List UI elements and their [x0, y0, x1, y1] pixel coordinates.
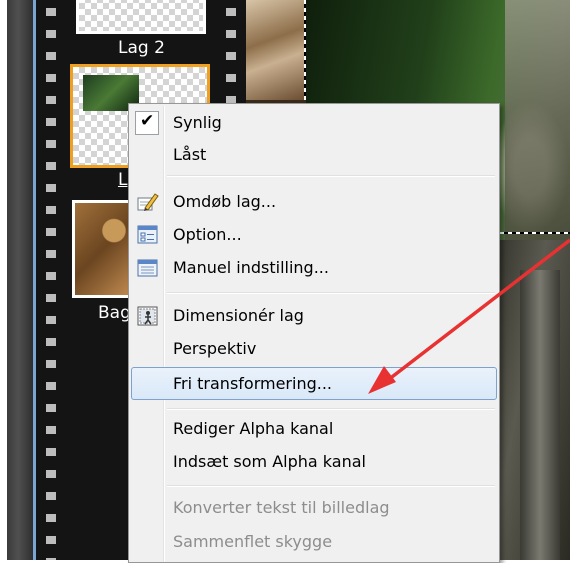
menu-item-resize-layer[interactable]: Dimensionér lag: [131, 301, 497, 331]
menu-item-merge-shadow: Sammenflet skygge: [173, 532, 333, 551]
menu-item-option[interactable]: Option...: [131, 220, 497, 250]
layer-label-background: Bag: [98, 303, 131, 323]
menu-item-perspective[interactable]: Perspektiv: [131, 334, 497, 364]
canvas-photo-leaves: [246, 0, 306, 100]
layer-context-menu: ✔ Synlig Låst Omdøb lag... Option... Man…: [128, 103, 500, 563]
resize-layer-icon: [137, 306, 158, 326]
layer-label-lag2: Lag 2: [118, 38, 165, 58]
canvas-tree-trunk: [520, 270, 560, 560]
manual-setting-icon: [137, 259, 158, 277]
canvas-forest-path: [505, 0, 570, 240]
window-edge: [7, 0, 35, 560]
menu-item-rename-layer[interactable]: Omdøb lag...: [131, 187, 497, 217]
menu-item-free-transform[interactable]: Fri transformering...: [131, 367, 497, 400]
menu-item-laast[interactable]: Låst: [131, 140, 497, 170]
selection-marquee-vertical: [304, 0, 306, 100]
selection-marquee-horizontal: [500, 232, 570, 234]
film-holes-left: [46, 0, 62, 560]
check-icon: ✔: [135, 111, 159, 135]
layer-thumbnail-lag2[interactable]: [76, 0, 206, 34]
layer-label-selected: L: [118, 170, 128, 190]
menu-item-manual-setting[interactable]: Manuel indstilling...: [131, 253, 497, 283]
menu-separator: [167, 175, 495, 177]
menu-separator: [167, 408, 495, 410]
menu-separator: [167, 485, 495, 487]
menu-item-synlig[interactable]: ✔ Synlig: [131, 108, 497, 138]
menu-item-convert-text-to-image-layer: Konverter tekst til billedlag: [173, 498, 390, 517]
options-icon: [137, 225, 158, 244]
menu-item-edit-alpha-channel[interactable]: Rediger Alpha kanal: [131, 414, 497, 444]
rename-icon: [137, 193, 159, 211]
menu-separator: [167, 292, 495, 294]
menu-item-insert-as-alpha-channel[interactable]: Indsæt som Alpha kanal: [131, 447, 497, 477]
